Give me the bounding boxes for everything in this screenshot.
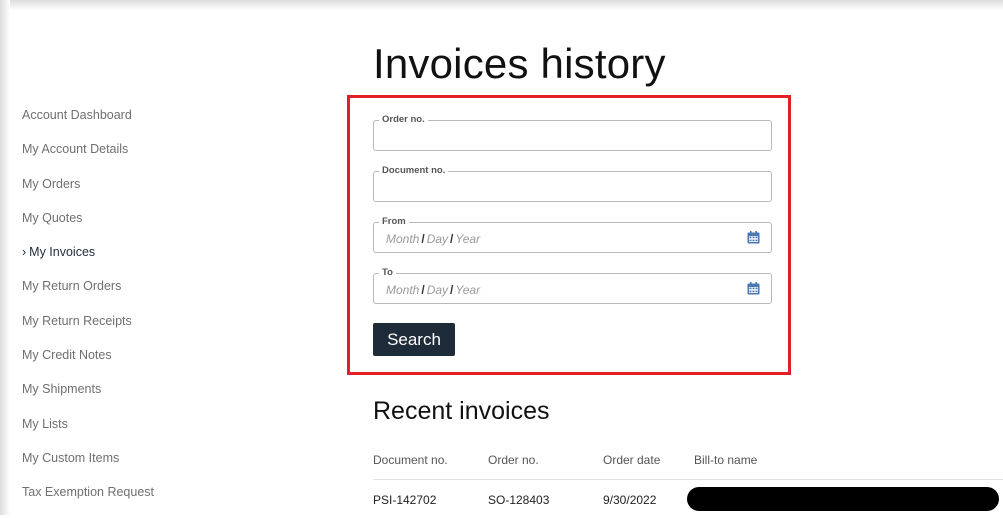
redacted-bill-to-name [687, 487, 999, 511]
from-month-placeholder: Month [386, 232, 420, 246]
sidebar-item-invoices[interactable]: › My Invoices [22, 243, 222, 277]
to-month-placeholder: Month [386, 283, 420, 297]
date-separator: / [450, 283, 454, 297]
date-separator: / [421, 283, 425, 297]
column-header-document-no[interactable]: Document no. [373, 453, 448, 467]
calendar-icon[interactable] [747, 282, 760, 295]
sidebar-item-account-details[interactable]: My Account Details [22, 140, 222, 174]
table-divider [373, 479, 1003, 480]
sidebar-item-return-receipts[interactable]: My Return Receipts [22, 312, 222, 346]
order-no-input[interactable]: Order no. [373, 114, 772, 151]
date-separator: / [421, 232, 425, 246]
sidebar-item-quotes[interactable]: My Quotes [22, 209, 222, 243]
column-header-bill-to-name[interactable]: Bill-to name [694, 453, 757, 467]
column-header-order-date[interactable]: Order date [603, 453, 660, 467]
from-date-placeholder: Month / Day / Year [386, 232, 480, 246]
sidebar-item-credit-notes[interactable]: My Credit Notes [22, 346, 222, 380]
column-header-order-no[interactable]: Order no. [488, 453, 539, 467]
document-no-label: Document no. [379, 165, 449, 177]
sidebar-item-shipments[interactable]: My Shipments [22, 380, 222, 414]
calendar-icon[interactable] [747, 231, 760, 244]
sidebar-item-label: Tax Exemption Request [22, 485, 155, 500]
order-no-label: Order no. [379, 114, 428, 126]
date-separator: / [450, 232, 454, 246]
sidebar-item-label: My Quotes [22, 210, 83, 225]
sidebar-item-label: Account Dashboard [22, 108, 132, 122]
sidebar-item-account-dashboard[interactable]: Account Dashboard [22, 106, 222, 140]
sidebar-item-label: My Account Details [22, 142, 129, 157]
to-date-input[interactable]: To Month / Day / Year [373, 267, 772, 304]
sidebar-item-tax-exemption-request[interactable]: Tax Exemption Request [22, 483, 222, 517]
sidebar-item-label: My Lists [22, 416, 68, 431]
sidebar-item-label: My Orders [22, 176, 81, 191]
account-sidebar: Account Dashboard My Account Details My … [22, 106, 222, 518]
to-year-placeholder: Year [455, 283, 481, 297]
from-date-input[interactable]: From Month / Day / Year [373, 216, 772, 253]
cell-document-no[interactable]: PSI-142702 [373, 493, 436, 507]
sidebar-item-label: My Custom Items [22, 450, 120, 465]
sidebar-item-orders[interactable]: My Orders [22, 175, 222, 209]
sidebar-item-label: My Invoices [29, 245, 96, 260]
sidebar-item-label: My Credit Notes [22, 348, 112, 363]
from-year-placeholder: Year [455, 232, 481, 246]
to-day-placeholder: Day [426, 283, 449, 297]
chevron-right-icon: › [22, 245, 27, 260]
cell-order-date: 9/30/2022 [603, 493, 657, 507]
sidebar-item-label: My Return Orders [22, 279, 122, 294]
sidebar-item-lists[interactable]: My Lists [22, 415, 222, 449]
sidebar-item-custom-items[interactable]: My Custom Items [22, 449, 222, 483]
from-day-placeholder: Day [426, 232, 449, 246]
page-frame: Account Dashboard My Account Details My … [0, 0, 1003, 515]
document-no-input[interactable]: Document no. [373, 165, 772, 202]
to-date-label: To [379, 267, 396, 279]
sidebar-item-label: My Return Receipts [22, 313, 132, 328]
page-title: Invoices history [373, 40, 666, 87]
cell-order-no: SO-128403 [488, 493, 550, 507]
to-date-placeholder: Month / Day / Year [386, 283, 480, 297]
sidebar-item-return-orders[interactable]: My Return Orders [22, 277, 222, 311]
recent-invoices-title: Recent invoices [373, 397, 550, 425]
sidebar-item-label: My Shipments [22, 382, 102, 397]
search-button[interactable]: Search [373, 323, 455, 356]
from-date-label: From [379, 216, 409, 228]
